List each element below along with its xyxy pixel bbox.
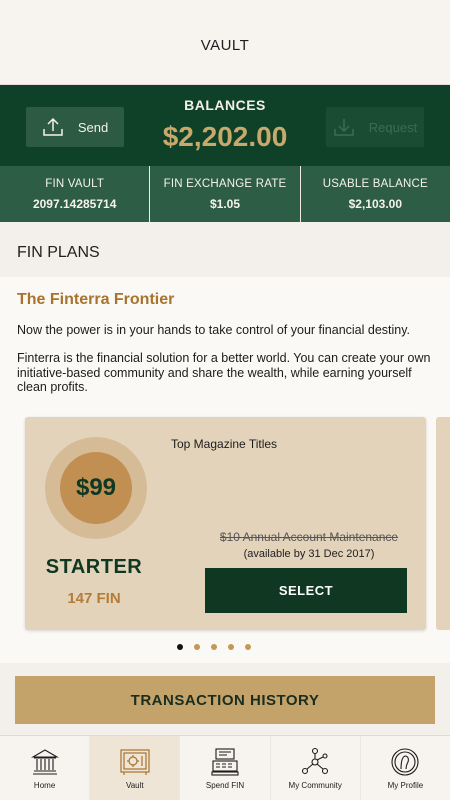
nav-label: Home bbox=[33, 781, 56, 790]
stats-bar: FIN VAULT 2097.14285714 FIN EXCHANGE RAT… bbox=[0, 166, 450, 222]
nav-label: Vault bbox=[125, 781, 144, 790]
request-button[interactable]: Request bbox=[326, 107, 424, 147]
plan-description: Finterra is the financial solution for a… bbox=[17, 351, 431, 394]
fin-plans-header: FIN PLANS bbox=[0, 232, 450, 277]
register-icon bbox=[209, 746, 241, 778]
plans-content: The Finterra Frontier Now the power is i… bbox=[0, 277, 450, 663]
stat-label: FIN EXCHANGE RATE bbox=[163, 178, 287, 190]
carousel-dots bbox=[0, 644, 450, 650]
plan-maintenance: $10 Annual Account Maintenance bbox=[219, 530, 399, 544]
balance-panel: Send BALANCES $2,202.00 Request bbox=[0, 85, 450, 166]
plan-tier: STARTER bbox=[45, 556, 143, 578]
network-icon bbox=[299, 746, 331, 778]
plan-availability: (available by 31 Dec 2017) bbox=[243, 548, 375, 560]
plan-fin-amount: 147 FIN bbox=[67, 590, 121, 607]
stat-exchange-rate: FIN EXCHANGE RATE $1.05 bbox=[150, 166, 301, 222]
transaction-history-button[interactable]: TRANSACTION HISTORY bbox=[15, 676, 435, 724]
nav-item-my-profile[interactable]: My Profile bbox=[361, 736, 450, 800]
plan-card-starter: $99 STARTER 147 FIN Top Magazine Titles … bbox=[25, 417, 426, 630]
nav-label: Spend FIN bbox=[205, 781, 245, 790]
carousel-dot[interactable] bbox=[210, 644, 217, 650]
stat-usable-balance: USABLE BALANCE $2,103.00 bbox=[301, 166, 450, 222]
page-title: VAULT bbox=[200, 36, 250, 54]
nav-label: My Community bbox=[288, 781, 342, 790]
section-title: FIN PLANS bbox=[17, 244, 100, 261]
plan-perk: Top Magazine Titles bbox=[171, 437, 278, 451]
nav-label: My Profile bbox=[387, 781, 424, 790]
stat-value: 2097.14285714 bbox=[32, 197, 117, 211]
carousel-dot[interactable] bbox=[176, 644, 183, 650]
safe-icon bbox=[119, 746, 151, 778]
stat-label: USABLE BALANCE bbox=[322, 178, 428, 190]
price-badge: $99 bbox=[60, 452, 132, 524]
stat-fin-vault: FIN VAULT 2097.14285714 bbox=[0, 166, 151, 222]
carousel-dot[interactable] bbox=[193, 644, 200, 650]
bank-icon bbox=[29, 746, 61, 778]
top-bar: VAULT bbox=[0, 0, 450, 85]
plan-intro: Now the power is in your hands to take c… bbox=[17, 323, 411, 337]
bottom-nav: Home Vault Spend FIN My Community My Pro… bbox=[0, 735, 450, 800]
stat-value: $1.05 bbox=[209, 197, 240, 211]
download-icon bbox=[334, 119, 354, 136]
carousel-dot[interactable] bbox=[244, 644, 251, 650]
request-label: Request bbox=[368, 119, 418, 135]
plan-heading: The Finterra Frontier bbox=[17, 291, 175, 308]
stat-label: FIN VAULT bbox=[45, 178, 105, 190]
next-plan-card[interactable] bbox=[436, 417, 450, 630]
select-button[interactable]: SELECT bbox=[205, 568, 407, 613]
nav-item-spend-fin[interactable]: Spend FIN bbox=[180, 736, 271, 800]
nav-item-home[interactable]: Home bbox=[0, 736, 91, 800]
stat-value: $2,103.00 bbox=[348, 197, 403, 211]
coin-profile-icon bbox=[389, 746, 421, 778]
nav-item-vault[interactable]: Vault bbox=[90, 736, 181, 800]
nav-item-my-community[interactable]: My Community bbox=[271, 736, 361, 800]
carousel-dot[interactable] bbox=[227, 644, 234, 650]
